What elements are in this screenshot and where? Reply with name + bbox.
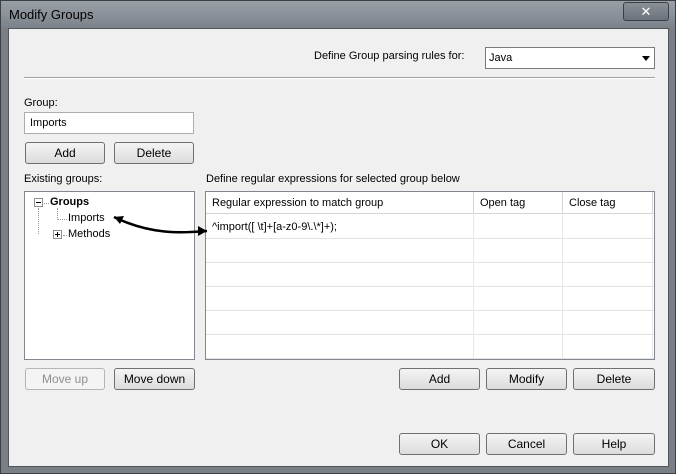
annotation-arrow-head-right bbox=[198, 226, 207, 236]
dialog-window: Modify Groups ✕ Define Group parsing rul… bbox=[0, 0, 676, 474]
annotation-arrow-line bbox=[113, 215, 208, 234]
annotation-arrow bbox=[113, 215, 208, 236]
